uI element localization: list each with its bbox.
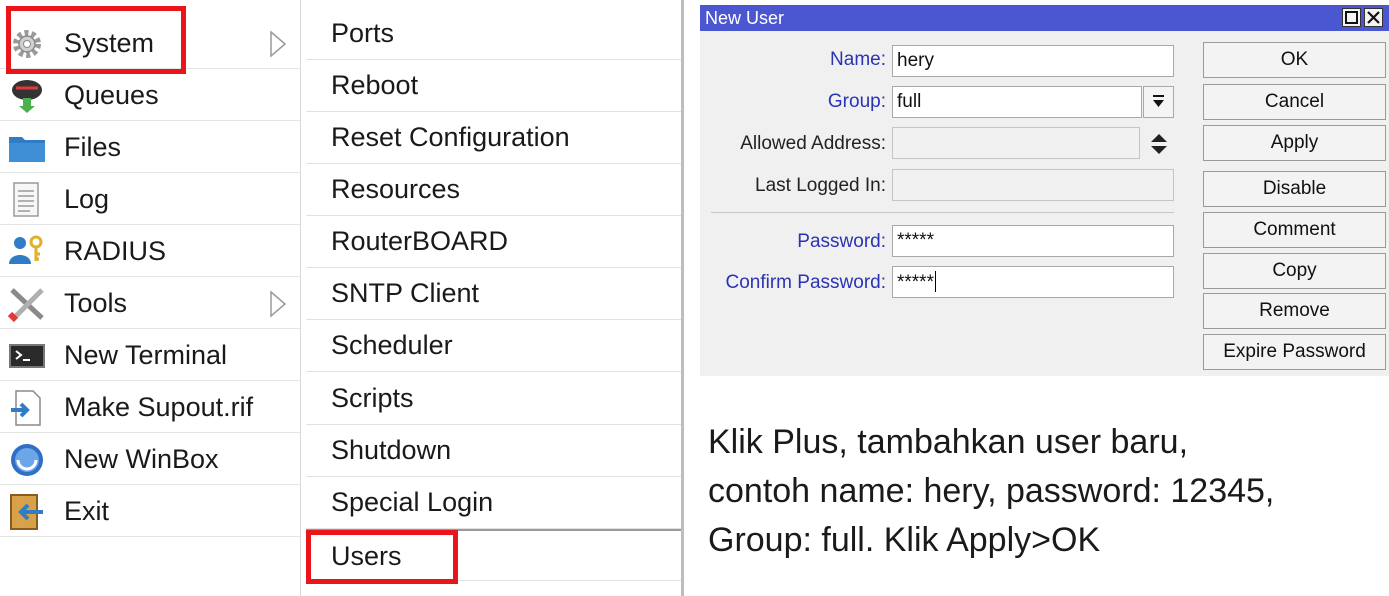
radius-users-icon <box>9 235 43 264</box>
apply-button[interactable]: Apply <box>1203 125 1386 161</box>
ok-button[interactable]: OK <box>1203 42 1386 78</box>
instruction-text: Klik Plus, tambahkan user baru, contoh n… <box>708 418 1378 565</box>
cancel-button[interactable]: Cancel <box>1203 84 1386 120</box>
submenu-item-shutdown[interactable]: Shutdown <box>306 425 681 477</box>
menu-item-files[interactable]: Files <box>0 122 300 173</box>
tools-icon <box>8 288 44 322</box>
submenu-item-routerboard[interactable]: RouterBOARD <box>306 216 681 268</box>
menu-item-new-terminal[interactable]: New Terminal <box>0 330 300 381</box>
submenu-item-label: Users <box>331 541 402 571</box>
new-user-dialog: New User Name: hery Group: full Allowed … <box>700 5 1389 376</box>
menu-item-label: Make Supout.rif <box>64 392 254 422</box>
copy-button[interactable]: Copy <box>1203 253 1386 289</box>
expand-toggle-icon[interactable] <box>1147 131 1171 157</box>
confirm-password-value: ***** <box>897 272 934 293</box>
confirm-password-input[interactable]: ***** <box>892 266 1174 298</box>
submenu-item-scripts[interactable]: Scripts <box>306 373 681 425</box>
submenu-item-resources[interactable]: Resources <box>306 164 681 216</box>
submenu-arrow-icon <box>270 290 287 318</box>
name-input[interactable]: hery <box>892 45 1174 77</box>
main-menu: System Queues Files Log RADIUS Tools New… <box>0 0 301 596</box>
menu-item-label: RADIUS <box>64 236 167 266</box>
submenu-item-label: Ports <box>331 18 395 48</box>
submenu-arrow-icon <box>270 30 287 58</box>
menu-item-radius[interactable]: RADIUS <box>0 226 300 277</box>
menu-item-label: New WinBox <box>64 444 219 474</box>
dropdown-arrow-icon <box>1153 95 1164 107</box>
submenu-item-label: Reboot <box>331 70 419 100</box>
maximize-button[interactable] <box>1342 8 1361 27</box>
submenu-item-label: SNTP Client <box>331 278 480 308</box>
submenu-item-special-login[interactable]: Special Login <box>306 477 681 529</box>
maximize-icon <box>1345 11 1358 24</box>
dialog-title: New User <box>705 8 785 28</box>
submenu-item-scheduler[interactable]: Scheduler <box>306 320 681 372</box>
menu-item-label: Log <box>64 184 110 214</box>
field-separator <box>711 212 1174 213</box>
submenu-item-reset-configuration[interactable]: Reset Configuration <box>306 112 681 164</box>
menu-item-queues[interactable]: Queues <box>0 70 300 121</box>
menu-item-label: Queues <box>64 80 159 110</box>
instruction-line: Group: full. Klik Apply>OK <box>708 521 1101 559</box>
submenu-item-ports[interactable]: Ports <box>306 8 681 60</box>
submenu-item-label: Scheduler <box>331 330 453 360</box>
menu-item-label: Files <box>64 132 122 162</box>
confirm-password-label: Confirm Password: <box>725 272 887 293</box>
instruction-line: contoh name: hery, password: 12345, <box>708 472 1275 510</box>
supout-file-icon <box>11 390 41 426</box>
disable-button[interactable]: Disable <box>1203 171 1386 207</box>
submenu-item-sntp-client[interactable]: SNTP Client <box>306 268 681 320</box>
menu-item-log[interactable]: Log <box>0 174 300 225</box>
close-icon <box>1367 11 1380 24</box>
text-caret <box>934 271 936 292</box>
submenu-item-label: Resources <box>331 174 461 204</box>
submenu-item-label: Shutdown <box>331 435 452 465</box>
menu-item-label: System <box>64 28 155 58</box>
folder-icon <box>9 137 45 162</box>
log-icon <box>13 182 39 217</box>
queues-icon <box>12 80 42 113</box>
submenu-item-label: RouterBOARD <box>331 226 509 256</box>
system-submenu: Ports Reboot Reset Configuration Resourc… <box>306 0 684 596</box>
submenu-item-label: Scripts <box>331 383 414 413</box>
instruction-line: Klik Plus, tambahkan user baru, <box>708 423 1189 461</box>
last-logged-in-field <box>892 169 1174 201</box>
submenu-item-users[interactable]: Users <box>306 529 681 581</box>
menu-item-new-winbox[interactable]: New WinBox <box>0 434 300 485</box>
winbox-icon <box>11 444 43 476</box>
menu-item-label: Tools <box>64 288 128 318</box>
remove-button[interactable]: Remove <box>1203 293 1386 329</box>
menu-item-exit[interactable]: Exit <box>0 486 300 537</box>
menu-item-tools[interactable]: Tools <box>0 278 300 329</box>
submenu-item-reboot[interactable]: Reboot <box>306 60 681 112</box>
menu-item-label: New Terminal <box>64 340 228 370</box>
allowed-address-input[interactable] <box>892 127 1140 159</box>
menu-item-system[interactable]: System <box>0 18 300 69</box>
submenu-item-label: Special Login <box>331 487 494 517</box>
password-input[interactable]: ***** <box>892 225 1174 257</box>
name-label: Name: <box>830 49 886 70</box>
expire-password-button[interactable]: Expire Password <box>1203 334 1386 370</box>
menu-item-label: Exit <box>64 496 110 526</box>
gear-icon <box>13 30 41 58</box>
dialog-title-bar[interactable]: New User <box>700 5 1389 31</box>
menu-item-make-supout[interactable]: Make Supout.rif <box>0 382 300 433</box>
last-logged-in-label: Last Logged In: <box>755 175 886 196</box>
group-select[interactable]: full <box>892 86 1142 118</box>
exit-door-icon <box>10 494 43 530</box>
password-label: Password: <box>797 231 886 252</box>
submenu-item-label: Reset Configuration <box>331 122 570 152</box>
close-button[interactable] <box>1364 8 1383 27</box>
allowed-address-label: Allowed Address: <box>740 133 886 154</box>
comment-button[interactable]: Comment <box>1203 212 1386 248</box>
terminal-icon <box>9 344 45 368</box>
group-label: Group: <box>827 91 886 112</box>
group-dropdown-button[interactable] <box>1143 86 1174 118</box>
